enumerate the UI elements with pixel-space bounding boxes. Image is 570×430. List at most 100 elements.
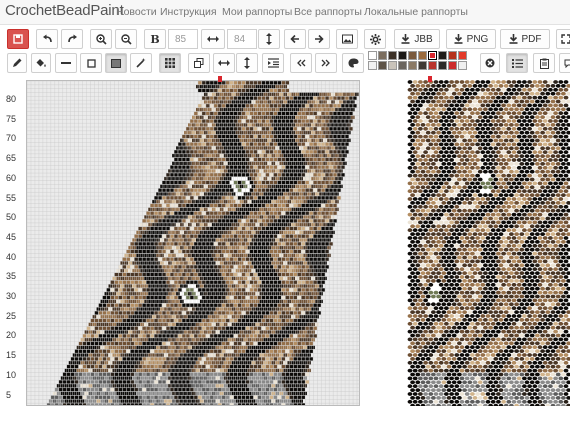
- fullscreen-button[interactable]: [556, 29, 570, 49]
- vertical-resize-icon: [266, 33, 272, 45]
- ruler-label: 10: [6, 369, 17, 380]
- list-view-button[interactable]: [506, 53, 528, 73]
- ruler-label: 35: [6, 271, 17, 282]
- palette-swatch[interactable]: [408, 51, 417, 60]
- copy-icon: [194, 58, 204, 68]
- ruler-label: 20: [6, 330, 17, 341]
- filled-square-icon: [111, 58, 121, 68]
- ruler-label: 50: [6, 212, 17, 223]
- comment-icon: [564, 59, 570, 68]
- palette-swatch[interactable]: [388, 51, 397, 60]
- row-ruler: 80 75 70 65 60 55 50 45 40 35 30 25 20 15 10 5: [0, 78, 24, 408]
- close-circle-icon: [485, 58, 495, 68]
- zoom-out-button[interactable]: [115, 29, 137, 49]
- nav-all-patterns[interactable]: Все раппорты: [294, 6, 362, 18]
- palette-swatch[interactable]: [448, 51, 457, 60]
- top-navbar: CrochetBeadPaint Новости Инструкция Мои …: [0, 0, 570, 25]
- stretch-vertical-button[interactable]: [236, 53, 258, 73]
- magic-wand-icon: [136, 58, 146, 68]
- preview-render: [398, 80, 570, 406]
- magic-wand-tool[interactable]: [130, 53, 152, 73]
- line-tool[interactable]: [55, 53, 77, 73]
- palette-swatch[interactable]: [428, 61, 437, 70]
- palette-swatch[interactable]: [428, 51, 437, 60]
- palette-swatch[interactable]: [408, 61, 417, 70]
- palette-swatch[interactable]: [438, 51, 447, 60]
- comment-button[interactable]: [559, 53, 570, 73]
- palette-swatch[interactable]: [368, 61, 377, 70]
- ruler-label: 15: [6, 350, 17, 361]
- ruler-label: 40: [6, 251, 17, 262]
- stretch-horizontal-button[interactable]: [213, 53, 235, 73]
- clear-color-button[interactable]: [480, 53, 500, 73]
- zoom-in-button[interactable]: [90, 29, 112, 49]
- paint-bucket-icon: [36, 59, 46, 67]
- pencil-icon: [13, 58, 22, 67]
- ruler-label: 25: [6, 310, 17, 321]
- palette-swatch[interactable]: [398, 51, 407, 60]
- floppy-icon: [13, 34, 23, 44]
- palette-swatch[interactable]: [458, 51, 467, 60]
- download-pdf-button[interactable]: PDF: [500, 29, 550, 49]
- palette-swatch[interactable]: [368, 51, 377, 60]
- fill-tool[interactable]: [31, 53, 51, 73]
- nav-instructions[interactable]: Инструкция: [160, 6, 217, 18]
- horizontal-resize-icon: [207, 36, 219, 42]
- list-icon: [511, 58, 523, 68]
- settings-button[interactable]: [364, 29, 386, 49]
- nav-news[interactable]: Новости: [116, 6, 157, 18]
- pencil-tool[interactable]: [7, 53, 27, 73]
- palette-swatch[interactable]: [398, 61, 407, 70]
- rectangle-tool[interactable]: [80, 53, 102, 73]
- width-input[interactable]: [227, 29, 257, 49]
- shift-left-button[interactable]: [284, 29, 306, 49]
- palette-swatch[interactable]: [448, 61, 457, 70]
- pdf-label: PDF: [521, 33, 542, 45]
- palette-swatch[interactable]: [418, 51, 427, 60]
- bold-button[interactable]: B: [144, 29, 166, 49]
- shift-rows-right-button[interactable]: [315, 53, 337, 73]
- palette-swatch[interactable]: [418, 61, 427, 70]
- undo-icon: [42, 34, 52, 43]
- ruler-label: 55: [6, 192, 17, 203]
- save-button[interactable]: [7, 29, 29, 49]
- copy-button[interactable]: [188, 53, 210, 73]
- arrow-right-icon: [315, 34, 324, 44]
- width-arrow-button[interactable]: [201, 29, 225, 49]
- pattern-grid[interactable]: [27, 81, 360, 406]
- shift-rows-left-button[interactable]: [290, 53, 312, 73]
- download-jbb-button[interactable]: JBB: [394, 29, 440, 49]
- grid-icon: [165, 58, 175, 68]
- double-chevron-left-icon: [297, 59, 306, 67]
- image-button[interactable]: [336, 29, 358, 49]
- palette-swatch[interactable]: [388, 61, 397, 70]
- redo-button[interactable]: [61, 29, 83, 49]
- clipboard-button[interactable]: [533, 53, 555, 73]
- palette-swatch[interactable]: [458, 61, 467, 70]
- expand-icon: [561, 34, 570, 44]
- undo-button[interactable]: [36, 29, 58, 49]
- palette-swatch[interactable]: [378, 51, 387, 60]
- shift-right-button[interactable]: [308, 29, 330, 49]
- square-icon: [86, 58, 96, 68]
- height-input[interactable]: [168, 29, 198, 49]
- height-arrow-button[interactable]: [258, 29, 280, 49]
- grid-toggle-button[interactable]: [159, 53, 181, 73]
- palette-button[interactable]: [342, 53, 364, 73]
- download-icon: [509, 34, 517, 44]
- download-png-button[interactable]: PNG: [446, 29, 496, 49]
- pattern-canvas[interactable]: [26, 80, 360, 406]
- filled-rectangle-tool[interactable]: [105, 53, 127, 73]
- indent-button[interactable]: [262, 53, 284, 73]
- nav-my-patterns[interactable]: Мои раппорты: [222, 6, 292, 18]
- indent-icon: [267, 58, 279, 68]
- palette-swatch[interactable]: [438, 61, 447, 70]
- brand-logo[interactable]: CrochetBeadPaint: [5, 2, 124, 19]
- preview-marker: [428, 76, 432, 82]
- arrow-left-icon: [290, 34, 299, 44]
- ruler-label: 5: [6, 389, 12, 400]
- palette-swatch[interactable]: [378, 61, 387, 70]
- rope-preview: [398, 80, 570, 406]
- ruler-label: 45: [6, 231, 17, 242]
- nav-local-patterns[interactable]: Локальные раппорты: [364, 6, 468, 18]
